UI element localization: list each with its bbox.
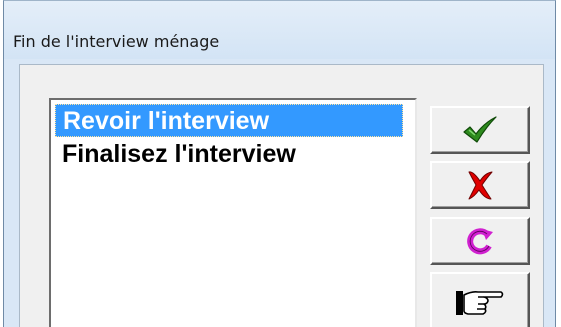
options-listbox[interactable]: Revoir l'interview Finalisez l'interview (49, 98, 417, 327)
x-mark-icon (468, 171, 493, 200)
list-item-finalisez[interactable]: Finalisez l'interview (55, 138, 296, 171)
screen: Fin de l'interview ménage Revoir l'inter… (0, 0, 561, 327)
dialog-body: Revoir l'interview Finalisez l'interview (19, 64, 544, 327)
ok-button[interactable] (430, 106, 530, 154)
list-item-revoir[interactable]: Revoir l'interview (55, 104, 403, 137)
help-pointer-button[interactable] (430, 272, 530, 327)
checkmark-icon (463, 116, 497, 143)
refresh-button[interactable] (430, 217, 530, 265)
window-title: Fin de l'interview ménage (13, 32, 220, 51)
dialog-window: Fin de l'interview ménage Revoir l'inter… (3, 0, 556, 327)
pointing-hand-icon (456, 290, 504, 315)
refresh-icon (467, 228, 493, 255)
title-bar[interactable]: Fin de l'interview ménage (4, 1, 555, 59)
cancel-button[interactable] (430, 161, 530, 209)
